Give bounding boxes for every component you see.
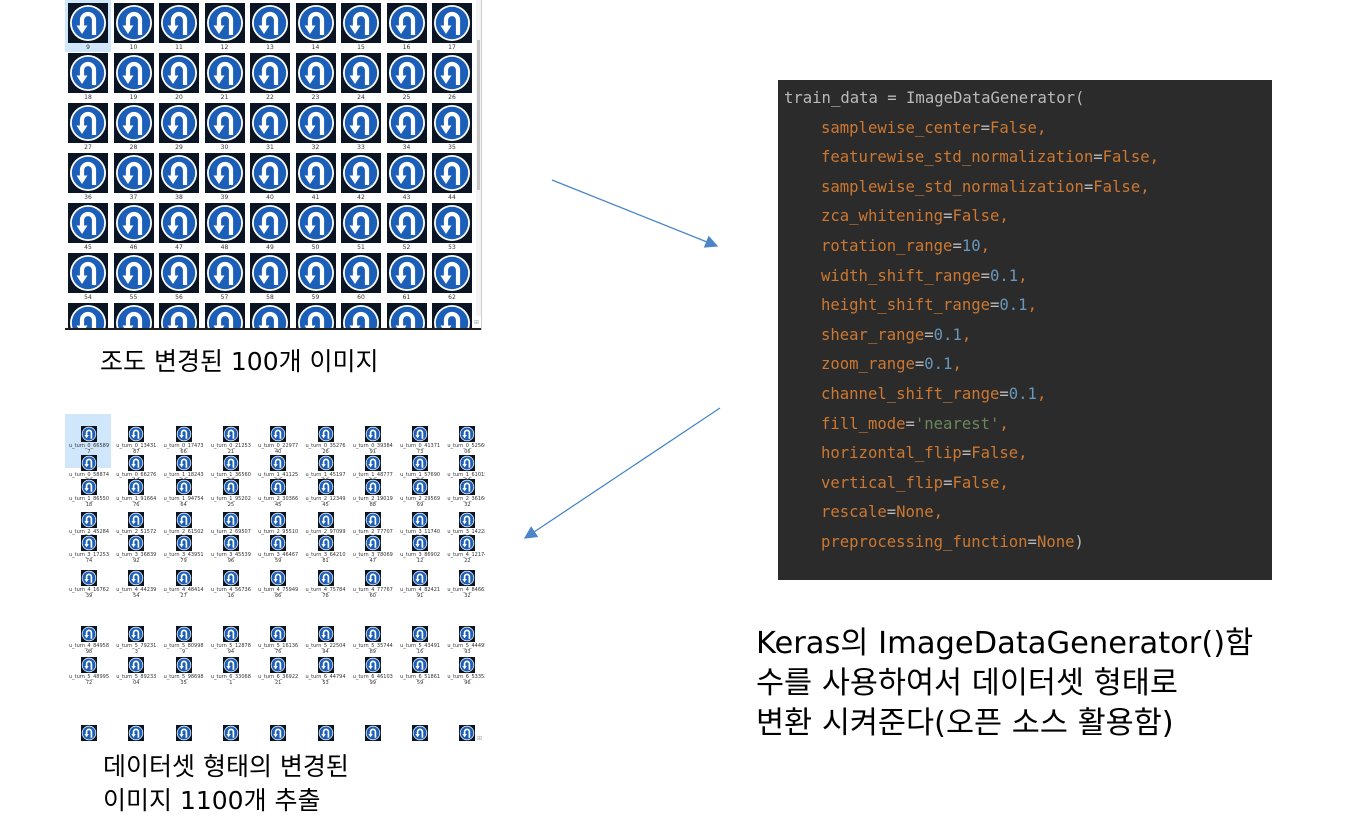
flow-arrows [523,179,721,539]
arrow-to-code [551,179,719,248]
arrow-to-dataset [523,407,721,539]
